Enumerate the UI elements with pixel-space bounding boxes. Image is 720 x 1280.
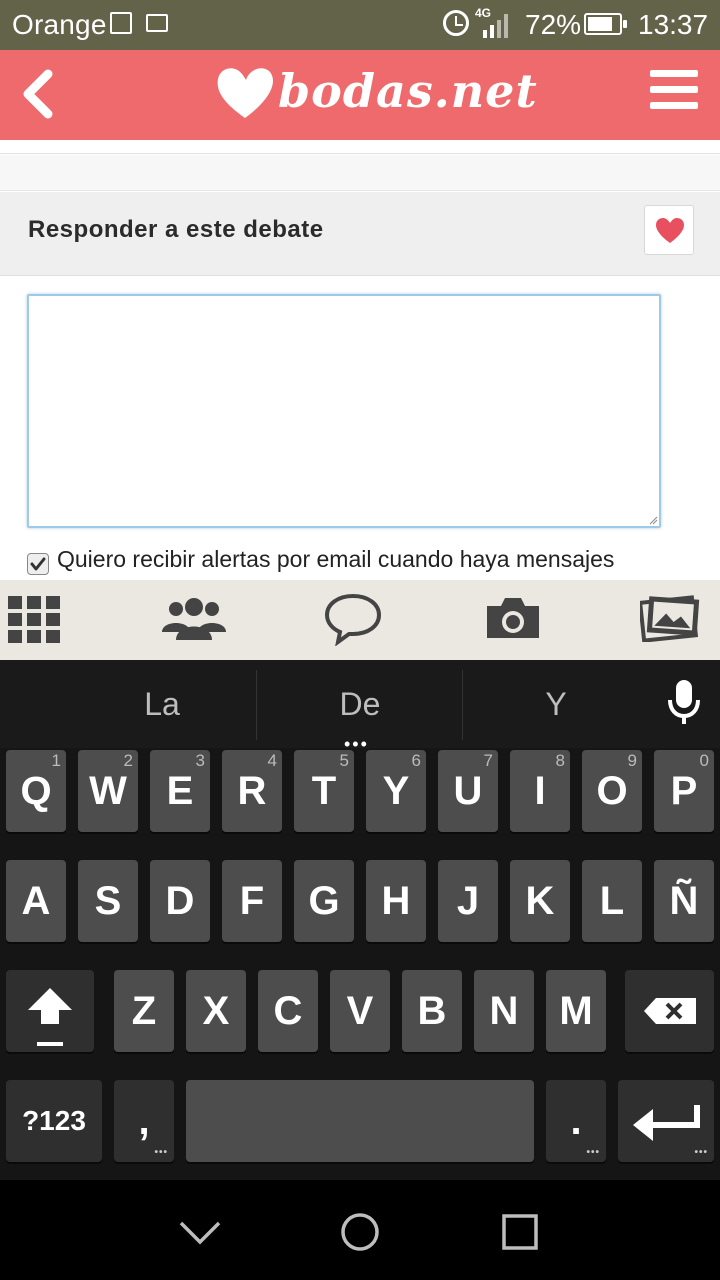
key-number-hint: 3 [195, 751, 205, 770]
key-y[interactable]: Y6 [366, 750, 426, 832]
key-q[interactable]: Q1 [6, 750, 66, 832]
status-bar: Orange 4G 72% 13:37 [0, 0, 720, 50]
key-o[interactable]: O9 [582, 750, 642, 832]
key-number-hint: 7 [483, 751, 493, 770]
tab-apps[interactable] [0, 580, 120, 660]
image-notification-icon [110, 12, 132, 34]
hamburger-menu-icon [650, 70, 698, 77]
carrier-name: Orange [12, 9, 107, 40]
logo-heart-icon [217, 68, 273, 118]
checkmark-icon [30, 557, 46, 571]
chevron-left-icon [23, 69, 53, 119]
key-z[interactable]: Z [114, 970, 174, 1052]
comma-key[interactable]: , ••• [114, 1080, 174, 1162]
camera-icon [487, 598, 539, 638]
nav-home-circle-icon[interactable] [340, 1212, 380, 1252]
key-t[interactable]: T5 [294, 750, 354, 832]
key-number-hint: 6 [411, 751, 421, 770]
key-i[interactable]: I8 [510, 750, 570, 832]
key-ñ[interactable]: Ñ [654, 860, 714, 942]
system-navigation-bar [0, 1180, 720, 1280]
nav-recents-square-icon[interactable] [502, 1214, 538, 1250]
key-number-hint: 1 [51, 751, 61, 770]
shift-key[interactable] [6, 970, 94, 1052]
suggestion-2[interactable]: De [260, 686, 460, 723]
tab-chat[interactable] [300, 580, 420, 660]
nav-back-triangle-icon[interactable] [178, 1220, 222, 1246]
resize-grip-icon[interactable] [648, 515, 658, 525]
key-x[interactable]: X [186, 970, 246, 1052]
key-number-hint: 5 [339, 751, 349, 770]
space-key[interactable] [186, 1080, 534, 1162]
bottom-tab-bar [0, 580, 720, 660]
microphone-icon[interactable] [667, 678, 701, 726]
chat-bubble-icon [324, 593, 382, 646]
shift-arrow-icon [28, 988, 72, 1024]
period-key[interactable]: . ••• [546, 1080, 606, 1162]
suggestion-3[interactable]: Y [456, 686, 656, 723]
app-header: bodas.net [0, 50, 720, 140]
reply-textarea[interactable] [27, 294, 661, 528]
key-c[interactable]: C [258, 970, 318, 1052]
key-f[interactable]: F [222, 860, 282, 942]
battery-percent: 72% [525, 9, 582, 40]
key-j[interactable]: J [438, 860, 498, 942]
back-button[interactable] [14, 64, 64, 124]
key-b[interactable]: B [402, 970, 462, 1052]
key-l[interactable]: L [582, 860, 642, 942]
key-number-hint: 2 [123, 751, 133, 770]
reply-section-header: Responder a este debate [0, 192, 720, 276]
key-a[interactable]: A [6, 860, 66, 942]
heart-icon [656, 218, 684, 243]
key-n[interactable]: N [474, 970, 534, 1052]
battery-icon [584, 13, 627, 35]
content-band [0, 155, 720, 191]
key-number-hint: 0 [699, 751, 709, 770]
soft-keyboard: La De ••• Y Q1W2E3R4T5Y6U7I8O9P0 ASDFGHJ… [0, 660, 720, 1180]
community-people-icon [162, 598, 226, 640]
symbols-key[interactable]: ?123 [6, 1080, 102, 1162]
backspace-icon [644, 998, 696, 1024]
suggestion-strip: La De ••• Y [0, 660, 720, 754]
key-e[interactable]: E3 [150, 750, 210, 832]
key-number-hint: 4 [267, 751, 277, 770]
key-v[interactable]: V [330, 970, 390, 1052]
key-k[interactable]: K [510, 860, 570, 942]
suggestion-divider [256, 670, 257, 740]
key-h[interactable]: H [366, 860, 426, 942]
key-number-hint: 8 [555, 751, 565, 770]
key-s[interactable]: S [78, 860, 138, 942]
email-alert-checkbox[interactable] [27, 553, 49, 575]
menu-button[interactable] [648, 68, 700, 112]
network-type: 4G [475, 6, 492, 20]
email-alert-option: Quiero recibir alertas por email cuando … [0, 540, 720, 580]
key-g[interactable]: G [294, 860, 354, 942]
tab-photos[interactable] [620, 580, 720, 660]
clock: 13:37 [638, 9, 709, 40]
tab-community[interactable] [140, 580, 260, 660]
key-w[interactable]: W2 [78, 750, 138, 832]
tab-camera[interactable] [460, 580, 580, 660]
alarm-icon [443, 10, 469, 36]
favorite-button[interactable] [644, 205, 694, 255]
backspace-key[interactable] [625, 970, 714, 1052]
key-r[interactable]: R4 [222, 750, 282, 832]
reply-title: Responder a este debate [28, 216, 324, 243]
header-divider [0, 140, 720, 154]
enter-key[interactable]: ••• [618, 1080, 714, 1162]
enter-return-icon [633, 1105, 700, 1141]
key-u[interactable]: U7 [438, 750, 498, 832]
logo-text: bodas.net [278, 64, 538, 118]
sim-notification-icon [146, 14, 168, 32]
suggestion-1[interactable]: La [62, 686, 262, 723]
grid-apps-icon [8, 596, 60, 643]
key-d[interactable]: D [150, 860, 210, 942]
key-p[interactable]: P0 [654, 750, 714, 832]
key-m[interactable]: M [546, 970, 606, 1052]
email-alert-label: Quiero recibir alertas por email cuando … [57, 546, 615, 572]
key-number-hint: 9 [627, 751, 637, 770]
photos-gallery-icon [640, 595, 700, 642]
